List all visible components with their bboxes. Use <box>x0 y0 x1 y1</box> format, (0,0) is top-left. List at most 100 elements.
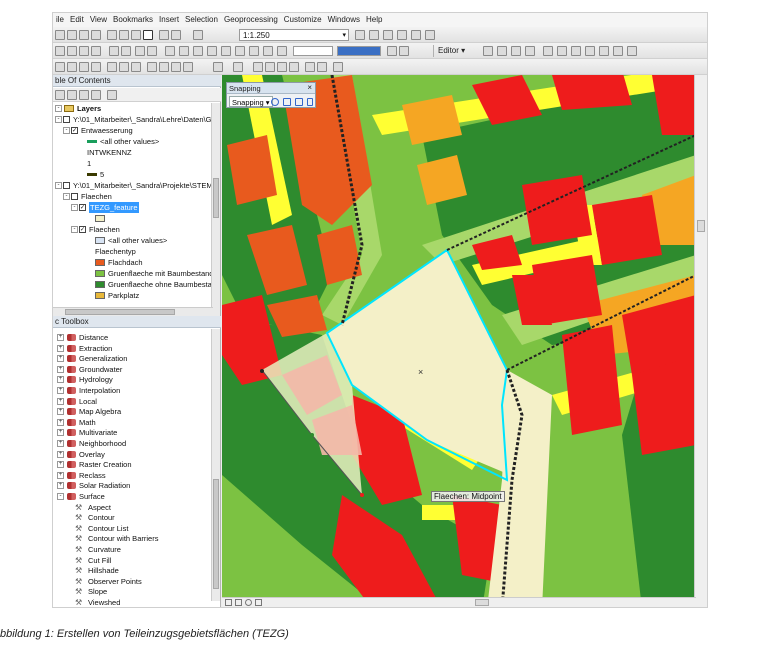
arctoolbox-icon[interactable] <box>411 30 421 40</box>
menu-item[interactable]: Customize <box>281 13 325 24</box>
sketch-vertex[interactable] <box>360 493 364 497</box>
delete-icon[interactable] <box>143 30 153 40</box>
map-hscroll-thumb[interactable] <box>475 599 489 606</box>
layer-visibility-checkbox[interactable] <box>63 116 70 123</box>
expand-icon[interactable]: + <box>57 429 64 437</box>
create-features-icon[interactable] <box>627 46 637 56</box>
zoom-in-icon[interactable] <box>55 46 65 56</box>
georef-icon[interactable] <box>107 62 117 72</box>
menu-item[interactable]: Help <box>363 13 385 24</box>
fixed-zoom-out-icon[interactable] <box>121 46 131 56</box>
expand-icon[interactable]: + <box>57 365 64 373</box>
reshape-icon[interactable] <box>585 46 595 56</box>
straight-segment-icon[interactable] <box>511 46 521 56</box>
back-icon[interactable] <box>135 46 145 56</box>
expand-icon[interactable]: + <box>57 461 64 469</box>
time-slider-icon[interactable] <box>277 46 287 56</box>
point-snapping-icon[interactable] <box>271 98 279 106</box>
vertex-snapping-icon[interactable] <box>295 98 303 106</box>
refresh-icon[interactable] <box>245 599 252 606</box>
select-elements-icon[interactable] <box>193 46 203 56</box>
end-snapping-icon[interactable] <box>283 98 291 106</box>
snap-d-icon[interactable] <box>183 62 193 72</box>
collapse-icon[interactable]: - <box>55 116 62 123</box>
pause-drawing-icon[interactable] <box>255 599 262 606</box>
edge-snapping-icon[interactable] <box>307 98 313 106</box>
dock-icon[interactable] <box>213 62 223 72</box>
add-data-icon[interactable] <box>193 30 203 40</box>
clear-selection-icon[interactable] <box>179 46 189 56</box>
sketch-tool-icon[interactable] <box>497 46 507 56</box>
layer-combo[interactable] <box>293 46 333 56</box>
list-by-drawing-order-icon[interactable] <box>55 90 65 100</box>
cut-icon[interactable] <box>107 30 117 40</box>
tool-a-icon[interactable] <box>387 46 397 56</box>
menu-item[interactable]: ile <box>53 13 67 24</box>
collapse-icon[interactable]: - <box>71 226 78 233</box>
toc-window-icon[interactable] <box>369 30 379 40</box>
grid-icon[interactable] <box>233 62 243 72</box>
toc-hscroll-thumb[interactable] <box>65 309 175 315</box>
layout-zoom-out-icon[interactable] <box>67 62 77 72</box>
expand-icon[interactable]: + <box>57 418 64 426</box>
split-tool-icon[interactable] <box>543 46 553 56</box>
map-scale-combo[interactable]: 1:1.250 ▾ <box>239 29 349 41</box>
layout-pan-icon[interactable] <box>79 62 89 72</box>
expand-icon[interactable]: - <box>57 493 64 500</box>
forward-icon[interactable] <box>147 46 157 56</box>
target-layer-combo[interactable] <box>337 46 381 56</box>
catalog-window-icon[interactable] <box>383 30 393 40</box>
layout-zoom-in-icon[interactable] <box>55 62 65 72</box>
layer-visibility-checkbox[interactable]: ✓ <box>79 226 86 233</box>
edit-tool-icon[interactable] <box>483 46 493 56</box>
identify-icon[interactable] <box>207 46 217 56</box>
search-window-icon[interactable] <box>397 30 407 40</box>
trace-icon[interactable] <box>525 46 535 56</box>
list-by-source-icon[interactable] <box>67 90 77 100</box>
toc-horizontal-scrollbar[interactable] <box>53 307 213 316</box>
table-d-icon[interactable] <box>289 62 299 72</box>
sketch-vertex[interactable] <box>310 433 314 437</box>
editor-menu[interactable]: Editor ▾ <box>438 46 465 55</box>
toc-options-icon[interactable] <box>107 90 117 100</box>
menu-item[interactable]: View <box>87 13 110 24</box>
pan-icon[interactable] <box>79 46 89 56</box>
toolbox-scroll-thumb[interactable] <box>213 479 219 589</box>
layer-visibility-checkbox[interactable] <box>71 193 78 200</box>
menu-item[interactable]: Edit <box>67 13 87 24</box>
expand-icon[interactable]: + <box>57 344 64 352</box>
editor-toolbar-icon[interactable] <box>355 30 365 40</box>
data-view-icon[interactable] <box>235 599 242 606</box>
snapping-menu-button[interactable]: Snapping ▾ <box>229 96 273 107</box>
select-features-icon[interactable] <box>165 46 175 56</box>
collapse-icon[interactable]: - <box>63 127 70 134</box>
table-c-icon[interactable] <box>277 62 287 72</box>
python-icon[interactable] <box>425 30 435 40</box>
zoom-whole-page-icon[interactable] <box>91 62 101 72</box>
snap-b-icon[interactable] <box>159 62 169 72</box>
table-icon[interactable] <box>253 62 263 72</box>
expand-icon[interactable]: + <box>57 376 64 384</box>
collapse-icon[interactable]: - <box>55 182 62 189</box>
map-view[interactable]: × <box>222 75 696 608</box>
redo-icon[interactable] <box>171 30 181 40</box>
menu-item[interactable]: Geoprocessing <box>221 13 281 24</box>
map-canvas[interactable]: × <box>222 75 696 608</box>
menu-item[interactable]: Windows <box>325 13 363 24</box>
fixed-zoom-in-icon[interactable] <box>109 46 119 56</box>
full-extent-icon[interactable] <box>91 46 101 56</box>
expand-icon[interactable]: + <box>57 334 64 341</box>
collapse-icon[interactable]: - <box>71 204 78 211</box>
hyperlink-icon[interactable] <box>249 46 259 56</box>
menu-item[interactable]: Bookmarks <box>110 13 156 24</box>
layer-visibility-checkbox[interactable] <box>63 182 70 189</box>
toolbox-vertical-scrollbar[interactable] <box>211 329 220 601</box>
new-document-icon[interactable] <box>55 30 65 40</box>
tool-b-icon[interactable] <box>399 46 409 56</box>
copy-icon[interactable] <box>119 30 129 40</box>
expand-icon[interactable]: + <box>57 397 64 405</box>
menu-item[interactable]: Insert <box>156 13 182 24</box>
measure-icon[interactable] <box>235 46 245 56</box>
rotate-tool-icon[interactable] <box>557 46 567 56</box>
table-b-icon[interactable] <box>265 62 275 72</box>
